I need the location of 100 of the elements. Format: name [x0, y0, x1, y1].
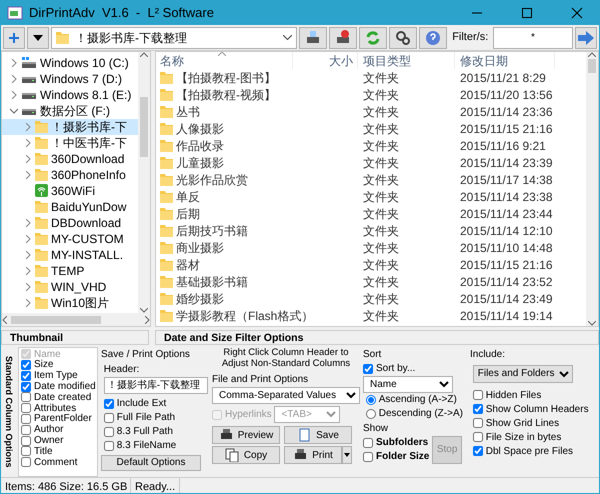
chevron-right-icon[interactable]	[24, 138, 32, 147]
checkbox-label: 8.3 Full Path	[116, 425, 173, 439]
checkbox[interactable]	[472, 446, 483, 456]
column-header[interactable]: 大小	[293, 52, 358, 69]
tree-item[interactable]: 360Download	[2, 150, 138, 167]
tree-item[interactable]: Windows 10 (C:)	[2, 54, 138, 71]
dropdown-button[interactable]	[342, 446, 352, 464]
chevron-right-icon[interactable]	[24, 234, 32, 243]
column-header[interactable]: 项目类型	[358, 52, 455, 69]
tree-item[interactable]: 数据分区 (F:)	[2, 102, 138, 119]
checkbox[interactable]	[104, 440, 114, 450]
include-dropdown[interactable]: Files and Folders	[472, 364, 573, 382]
checkbox[interactable]	[363, 438, 373, 448]
checkbox[interactable]	[21, 457, 31, 468]
tree-item[interactable]: DBDownload	[2, 214, 138, 231]
help-icon	[424, 28, 442, 46]
tree-item[interactable]: MY-INSTALL.	[2, 246, 138, 263]
checkbox[interactable]	[21, 403, 31, 414]
checkbox[interactable]	[21, 370, 31, 381]
action-button[interactable]: Copy	[212, 446, 280, 464]
checkbox[interactable]	[21, 414, 31, 424]
header-input[interactable]: ！摄影书库-下载整理	[104, 376, 208, 394]
checkbox[interactable]	[104, 412, 114, 422]
chevron-right-icon[interactable]	[10, 74, 18, 83]
checkbox[interactable]	[21, 392, 31, 402]
checkbox[interactable]	[363, 452, 373, 462]
folder-icon	[160, 224, 173, 237]
checkbox[interactable]	[21, 424, 31, 435]
checkbox-label: Subfolders	[376, 436, 428, 450]
tree-item[interactable]: 360PhoneInfo	[2, 166, 138, 183]
scroll-down-icon[interactable]	[588, 321, 596, 326]
tree-item[interactable]: Win10图片	[2, 294, 138, 311]
tree-item[interactable]: 360WiFi	[2, 182, 138, 199]
column-header[interactable]: 名称	[156, 52, 293, 69]
chevron-right-icon[interactable]	[24, 266, 32, 275]
action-button[interactable]: Print	[284, 446, 342, 464]
chevron-right-icon[interactable]	[24, 298, 32, 307]
chevron-right-icon[interactable]	[24, 154, 32, 163]
checkbox[interactable]	[104, 398, 114, 408]
chevron-right-icon[interactable]	[24, 170, 32, 179]
sort-dropdown[interactable]: Name	[363, 376, 453, 393]
tree-item[interactable]: WIN_VHD	[2, 278, 138, 295]
filter-input[interactable]: *	[493, 26, 573, 48]
radio-button[interactable]	[366, 394, 376, 405]
tree-item[interactable]: ！摄影书库-下	[2, 118, 138, 135]
folder-icon	[160, 241, 173, 254]
tree-item[interactable]: MY-CUSTOM	[2, 230, 138, 247]
item-type: 文件夹	[363, 274, 399, 288]
tree-item[interactable]: Windows 8.1 (E:)	[2, 86, 138, 103]
item-type: 文件夹	[363, 258, 399, 272]
tree-item[interactable]: ！中医书库-下	[2, 134, 138, 151]
checkbox[interactable]	[104, 426, 114, 436]
tree-item[interactable]: TEMP	[2, 262, 138, 279]
status-text: Items: 486 Size: 16.5 GB	[1, 478, 131, 493]
tree-item[interactable]: Windows 7 (D:)	[2, 70, 138, 87]
scroll-thumb[interactable]	[588, 59, 596, 73]
path-dropdown[interactable]: ！摄影书库-下载整理	[51, 26, 298, 48]
add-button[interactable]	[3, 26, 25, 48]
chevron-right-icon[interactable]	[24, 122, 32, 131]
checkbox[interactable]	[21, 446, 31, 456]
scroll-right-icon[interactable]	[145, 316, 150, 324]
scroll-down-icon[interactable]	[140, 308, 148, 313]
checkbox[interactable]	[472, 390, 483, 400]
modified-date: 2015/11/16 9:21	[460, 138, 546, 152]
tree-item[interactable]: BaiduYunDow	[2, 198, 138, 215]
chevron-right-icon[interactable]	[10, 58, 18, 67]
chevron-down-icon[interactable]	[10, 106, 18, 115]
dropdown-button[interactable]	[27, 26, 49, 48]
checkbox[interactable]	[21, 382, 31, 392]
column-header[interactable]: 修改日期	[455, 52, 555, 69]
scroll-thumb[interactable]	[140, 97, 148, 157]
item-type: 文件夹	[363, 122, 399, 136]
chevron-right-icon[interactable]	[10, 90, 18, 99]
checkbox-label: Comment	[34, 456, 78, 470]
format-dropdown[interactable]: Comma-Separated Values	[212, 386, 360, 404]
checkbox[interactable]	[21, 360, 31, 370]
go-button[interactable]	[575, 26, 597, 48]
checkbox[interactable]	[472, 432, 483, 442]
scroll-up-icon[interactable]	[588, 52, 596, 57]
scroll-thumb[interactable]	[11, 316, 101, 324]
radio-button[interactable]	[366, 408, 376, 419]
scanner-delete-button[interactable]	[329, 26, 358, 48]
action-button[interactable]: Preview	[212, 426, 280, 444]
scanner-button[interactable]	[299, 26, 328, 48]
file-name: 【拍摄教程-视频】	[176, 86, 276, 104]
chevron-right-icon[interactable]	[24, 282, 32, 291]
checkbox[interactable]	[472, 418, 483, 428]
checkbox[interactable]	[363, 364, 373, 374]
default-options-button[interactable]: Default Options	[101, 454, 201, 470]
scroll-left-icon[interactable]	[2, 316, 7, 324]
checkbox[interactable]	[21, 436, 31, 446]
checkbox-label: Name	[34, 348, 61, 360]
modified-date: 2015/11/14 23:38	[460, 190, 553, 204]
action-button[interactable]: Save	[284, 426, 352, 444]
scroll-up-icon[interactable]	[140, 52, 148, 57]
gears-button[interactable]	[389, 26, 418, 48]
chevron-right-icon[interactable]	[24, 218, 32, 227]
checkbox[interactable]	[472, 404, 483, 414]
file-name: 丛书	[176, 104, 200, 120]
chevron-right-icon[interactable]	[24, 250, 32, 259]
